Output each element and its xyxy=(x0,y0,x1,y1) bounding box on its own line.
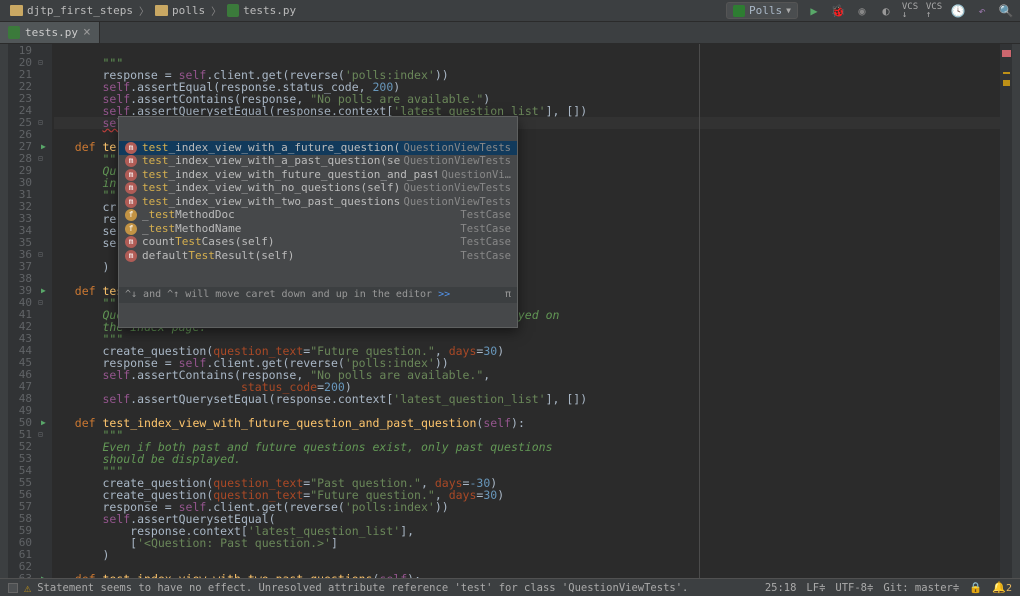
cursor-position[interactable]: 25:18 xyxy=(765,582,797,594)
vcs-commit-button[interactable]: VCS↑ xyxy=(926,3,942,19)
suggestion-name: test_index_view_with_future_question_and… xyxy=(142,169,437,181)
profile-button[interactable]: ◐ xyxy=(878,3,894,19)
python-file-icon xyxy=(227,4,239,17)
breadcrumb-app[interactable]: polls xyxy=(151,4,209,17)
breadcrumb-file-label: tests.py xyxy=(243,4,296,17)
code-line[interactable]: def test_index_view_with_future_question… xyxy=(54,417,1000,429)
breadcrumb-project-label: djtp_first_steps xyxy=(27,4,133,17)
autocomplete-item[interactable]: m test_index_view_with_a_future_question(… xyxy=(119,141,517,155)
folder-icon xyxy=(10,5,23,16)
suggestion-name: countTestCases(self) xyxy=(142,236,274,248)
autocomplete-item[interactable]: f _testMethodName TestCase xyxy=(119,222,517,236)
breadcrumb-project[interactable]: djtp_first_steps xyxy=(6,4,137,17)
file-encoding[interactable]: UTF-8≑ xyxy=(835,582,873,594)
wrap-guide xyxy=(699,44,700,578)
method-icon: m xyxy=(125,169,137,181)
code-area[interactable]: """ response = self.client.get(reverse('… xyxy=(52,44,1000,578)
django-icon xyxy=(733,5,745,17)
notifications-button[interactable]: 🔔2 xyxy=(992,581,1012,594)
suggestion-type: TestCase xyxy=(460,236,511,248)
editor[interactable]: 1920212223242526272829303132333435363738… xyxy=(0,44,1020,578)
breadcrumb-app-label: polls xyxy=(172,4,205,17)
close-tab-button[interactable]: × xyxy=(83,25,91,40)
line-number-gutter: 1920212223242526272829303132333435363738… xyxy=(8,44,38,578)
code-line[interactable]: should be displayed. xyxy=(54,453,1000,465)
code-line[interactable]: ['<Question: Past question.>'] xyxy=(54,537,1000,549)
python-file-icon xyxy=(8,26,20,39)
code-line[interactable]: self.assertQuerysetEqual(response.contex… xyxy=(54,393,1000,405)
gutter-icons: ⊟⊟▶⊟⊟▶⊟▶⊟▶⊟ xyxy=(38,44,52,578)
suggestion-type: QuestionVi… xyxy=(441,169,511,181)
autocomplete-item[interactable]: m countTestCases(self) TestCase xyxy=(119,236,517,250)
suggestion-type: TestCase xyxy=(460,209,511,221)
method-icon: m xyxy=(125,155,137,167)
code-line[interactable] xyxy=(54,45,1000,57)
revert-button[interactable]: ↶ xyxy=(974,3,990,19)
suggestion-name: _testMethodName xyxy=(142,223,241,235)
vcs-history-button[interactable]: 🕓 xyxy=(950,3,966,19)
chevron-right-icon: 〉 xyxy=(211,3,221,18)
run-config-label: Polls xyxy=(749,4,782,17)
status-bar: ⚠ Statement seems to have no effect. Unr… xyxy=(0,578,1020,596)
suggestion-name: _testMethodDoc xyxy=(142,209,235,221)
file-tab-label: tests.py xyxy=(25,26,78,39)
git-branch[interactable]: Git: master≑ xyxy=(883,582,959,594)
method-icon: m xyxy=(125,142,137,154)
file-tab-tests[interactable]: tests.py × xyxy=(0,22,100,43)
method-icon: m xyxy=(125,250,137,262)
suggestion-type: QuestionViewTests xyxy=(404,196,511,208)
error-stripe[interactable] xyxy=(1000,44,1012,578)
suggestion-name: test_index_view_with_two_past_questions(… xyxy=(142,196,400,208)
left-toolwindow-stripe[interactable] xyxy=(0,44,8,578)
autocomplete-item[interactable]: f _testMethodDoc TestCase xyxy=(119,209,517,223)
pi-indicator: π xyxy=(505,289,511,301)
field-icon: f xyxy=(125,209,137,221)
run-button[interactable]: ▶ xyxy=(806,3,822,19)
suggestion-type: QuestionViewTests xyxy=(404,155,511,167)
suggestion-type: TestCase xyxy=(460,223,511,235)
warning-mark[interactable] xyxy=(1003,72,1010,74)
readonly-toggle[interactable]: 🔒 xyxy=(969,581,982,594)
right-toolwindow-stripe[interactable] xyxy=(1012,44,1020,578)
vcs-update-button[interactable]: VCS↓ xyxy=(902,3,918,19)
autocomplete-hint: ^↓ and ^↑ will move caret down and up in… xyxy=(119,287,517,303)
suggestion-name: test_index_view_with_a_future_question(s… xyxy=(142,142,400,154)
method-icon: m xyxy=(125,182,137,194)
tool-windows-toggle[interactable] xyxy=(8,583,18,593)
folder-icon xyxy=(155,5,168,16)
coverage-button[interactable]: ◉ xyxy=(854,3,870,19)
autocomplete-popup[interactable]: m test_index_view_with_a_future_question(… xyxy=(118,116,518,328)
dropdown-arrow-icon: ▼ xyxy=(786,6,791,15)
suggestion-type: QuestionViewTests xyxy=(404,182,511,194)
field-icon: f xyxy=(125,223,137,235)
autocomplete-item[interactable]: m defaultTestResult(self) TestCase xyxy=(119,249,517,263)
autocomplete-item[interactable]: m test_index_view_with_two_past_questions… xyxy=(119,195,517,209)
status-message: Statement seems to have no effect. Unres… xyxy=(37,582,688,594)
line-separator[interactable]: LF≑ xyxy=(806,582,825,594)
debug-button[interactable]: 🐞 xyxy=(830,3,846,19)
autocomplete-item[interactable]: m test_index_view_with_no_questions(self)… xyxy=(119,182,517,196)
autocomplete-item[interactable]: m test_index_view_with_a_past_question(se… xyxy=(119,155,517,169)
warning-icon: ⚠ xyxy=(24,581,31,595)
suggestion-name: test_index_view_with_no_questions(self) xyxy=(142,182,400,194)
suggestion-name: defaultTestResult(self) xyxy=(142,250,294,262)
error-indicator[interactable] xyxy=(1002,50,1011,57)
chevron-right-icon: 〉 xyxy=(139,3,149,18)
breadcrumb: djtp_first_steps 〉 polls 〉 tests.py xyxy=(6,3,300,18)
search-everywhere-button[interactable]: 🔍 xyxy=(998,3,1014,19)
method-icon: m xyxy=(125,236,137,248)
suggestion-type: TestCase xyxy=(460,250,511,262)
warning-mark[interactable] xyxy=(1003,84,1010,86)
method-icon: m xyxy=(125,196,137,208)
suggestion-type: QuestionViewTests xyxy=(404,142,511,154)
code-line[interactable]: def test_index_view_with_two_past_questi… xyxy=(54,573,1000,578)
breadcrumb-file[interactable]: tests.py xyxy=(223,4,300,17)
hint-link[interactable]: >> xyxy=(438,289,450,300)
run-configuration-dropdown[interactable]: Polls ▼ xyxy=(726,2,798,19)
code-line[interactable]: ) xyxy=(54,549,1000,561)
suggestion-name: test_index_view_with_a_past_question(sel… xyxy=(142,155,400,167)
autocomplete-item[interactable]: m test_index_view_with_future_question_an… xyxy=(119,168,517,182)
editor-tabs: tests.py × xyxy=(0,22,1020,44)
